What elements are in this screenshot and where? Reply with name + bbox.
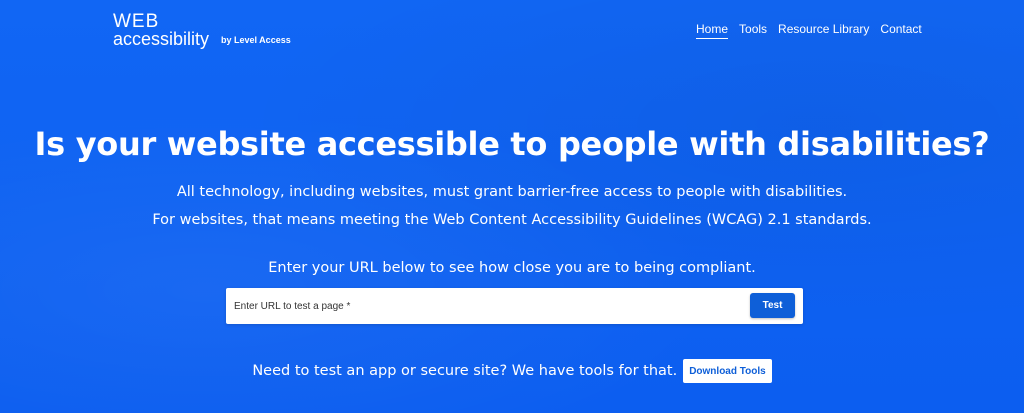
nav-tools[interactable]: Tools [739, 22, 767, 39]
url-prompt: Enter your URL below to see how close yo… [268, 260, 756, 276]
hero-subline-2: For websites, that means meeting the Web… [152, 212, 872, 228]
url-test-form: Test [226, 288, 803, 324]
logo-accessibility-text: accessibility [113, 29, 210, 49]
nav-resource-library[interactable]: Resource Library [778, 22, 869, 39]
main-nav: Home Tools Resource Library Contact [696, 22, 922, 39]
nav-home[interactable]: Home [696, 22, 729, 39]
nav-contact[interactable]: Contact [880, 22, 921, 39]
tools-row: Need to test an app or secure site? We h… [0, 358, 1024, 384]
hero-subline-1: All technology, including websites, must… [176, 184, 848, 200]
site-logo[interactable]: WEB accessibility by Level Access [113, 12, 293, 50]
download-tools-button[interactable]: Download Tools [683, 359, 772, 383]
logo-byline: by Level Access [221, 35, 291, 45]
url-input[interactable] [226, 288, 741, 324]
test-button[interactable]: Test [750, 293, 795, 318]
tools-text: Need to test an app or secure site? We h… [252, 363, 678, 379]
hero-headline: Is your website accessible to people wit… [34, 125, 990, 163]
site-header: WEB accessibility by Level Access Home T… [0, 0, 1024, 60]
